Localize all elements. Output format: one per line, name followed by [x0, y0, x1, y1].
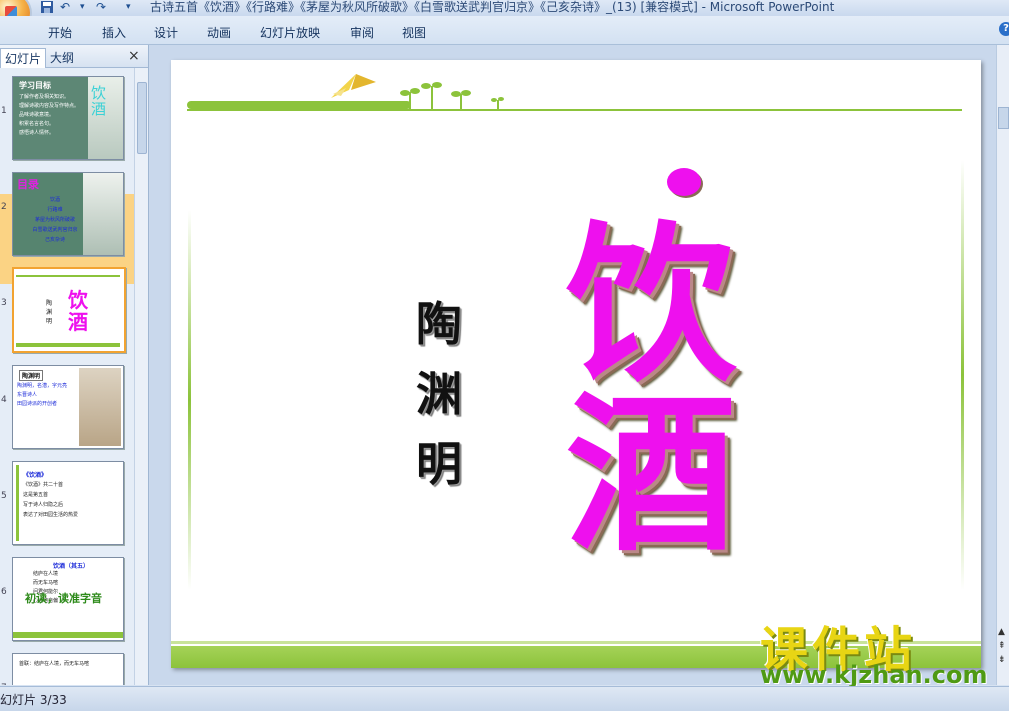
undo-dropdown-icon[interactable]: ▾ [80, 0, 85, 14]
thumb-line: 陶渊明，名潜，字元亮 [17, 383, 68, 389]
tab-view[interactable]: 视图 [402, 24, 426, 41]
slide-thumbnail-7[interactable]: 首联：结庐在人境，而无车马喧 [12, 653, 124, 685]
slide-thumbnail-1[interactable]: 学习目标 饮酒 了解作者及相关知识。 理解诗歌内容及写作特点。 品味诗歌意境。 … [12, 76, 124, 160]
thumb-line: 茅屋为秋风所破歌 [34, 217, 75, 223]
thumb-title: 目录 [17, 178, 39, 191]
thumb-title: 学习目标 [19, 81, 51, 90]
thumb-line: 饮酒 [49, 197, 60, 203]
thumb-title: 饮酒 [68, 288, 88, 334]
slide-scrollbar[interactable]: ▲ ⇞ ⇟ [996, 45, 1009, 685]
slide-counter: 幻灯片 3/33 [0, 693, 67, 707]
title-bar: ↶ ▾ ↷ ▾ 古诗五首《饮酒》《行路难》《茅屋为秋风所破歌》《白雪歌送武判官归… [0, 0, 1009, 32]
save-icon[interactable] [40, 0, 54, 14]
thumb-line: 积累名言名句。 [19, 121, 55, 127]
top-decoration [187, 74, 962, 111]
window-title: 古诗五首《饮酒》《行路难》《茅屋为秋风所破歌》《白雪歌送武判官归京》《己亥杂诗》… [150, 0, 835, 14]
title-dot [667, 168, 701, 196]
thumb-line: 结庐在人境 [33, 571, 59, 577]
author-char-2: 渊 [416, 367, 462, 421]
thumb-title: 《饮酒》 [23, 472, 48, 479]
slide-number: 6 [1, 587, 7, 597]
help-icon[interactable]: ? [999, 22, 1009, 36]
slide-number: 3 [1, 298, 7, 308]
pane-tabs: 幻灯片 大纲 × [0, 45, 148, 68]
slide-canvas[interactable]: 饮 酒 陶 渊 明 [171, 60, 981, 668]
title-char-2: 酒 [566, 375, 737, 575]
thumb-line: 表达了对田园生活的热爱 [23, 512, 79, 518]
thumbnail-list: 1 学习目标 饮酒 了解作者及相关知识。 理解诗歌内容及写作特点。 品味诗歌意境… [0, 68, 134, 685]
slide-number: 4 [1, 395, 7, 405]
tab-insert[interactable]: 插入 [102, 24, 126, 41]
author-char-3: 明 [416, 437, 462, 491]
slide-thumbnail-2[interactable]: 目录 饮酒 行路难 茅屋为秋风所破歌 白雪歌送武判官归京 己亥杂诗 [12, 172, 124, 256]
tab-home[interactable]: 开始 [48, 24, 72, 41]
thumb-line: 首联：结庐在人境，而无车马喧 [19, 661, 90, 667]
thumb-line: 行路难 [47, 207, 63, 213]
slide-thumbnail-3[interactable]: 饮酒 陶渊明 [12, 267, 126, 353]
author-char-1: 陶 [416, 297, 462, 351]
tab-outline[interactable]: 大纲 [46, 48, 78, 67]
thumb-line: 东晋诗人 [17, 392, 38, 398]
slide-thumbnail-5[interactable]: 《饮酒》 《饮酒》共二十首 这是第五首 写于诗人归隐之后 表达了对田园生活的热爱 [12, 461, 124, 545]
thumb-line: 这是第五首 [23, 492, 49, 498]
ribbon-tabs: 开始 插入 设计 动画 幻灯片放映 审阅 视图 ? [0, 16, 1009, 45]
slide-thumbnail-6[interactable]: 饮酒（其五） 结庐在人境 而无车马喧 问君何能尔 心远地自偏 初读，读准字音 [12, 557, 124, 641]
slide-number: 7 [1, 683, 7, 685]
status-bar: 幻灯片 3/33 [0, 686, 1009, 711]
title-char-1: 饮 [566, 205, 737, 405]
thumb-line: 写于诗人归隐之后 [23, 502, 64, 508]
thumb-title: 陶渊明 [19, 370, 44, 381]
close-pane-icon[interactable]: × [128, 48, 140, 64]
slide-number: 2 [1, 202, 7, 212]
thumb-line: 白雪歌送武判官归京 [32, 227, 78, 233]
tab-review[interactable]: 审阅 [350, 24, 374, 41]
thumb-line: 《饮酒》共二十首 [23, 482, 64, 488]
watermark-url: www.kjzhan.com [760, 661, 988, 689]
thumb-overlay: 初读，读准字音 [25, 592, 102, 605]
right-decorative-line [961, 160, 964, 590]
slide-number: 1 [1, 106, 7, 116]
scroll-up-icon[interactable]: ▲ [998, 627, 1005, 637]
tab-slideshow[interactable]: 幻灯片放映 [260, 24, 320, 41]
thumb-side-title: 饮酒 [91, 84, 107, 118]
thumb-author: 陶渊明 [46, 300, 53, 325]
left-decorative-line [188, 210, 191, 590]
thumb-line: 感悟诗人情怀。 [19, 130, 55, 136]
thumb-title: 饮酒（其五） [53, 563, 90, 570]
scroll-thumb[interactable] [998, 107, 1009, 129]
thumb-line: 理解诗歌内容及写作特点。 [19, 103, 80, 109]
slide-number: 5 [1, 491, 7, 501]
next-slide-icon[interactable]: ⇟ [998, 655, 1006, 665]
thumb-line: 己亥杂诗 [44, 237, 65, 243]
slide-thumbnail-4[interactable]: 陶渊明 陶渊明，名潜，字元亮 东晋诗人 田园诗派的开创者 [12, 365, 124, 449]
tab-slides[interactable]: 幻灯片 [0, 48, 47, 68]
thumb-line: 田园诗派的开创者 [17, 401, 58, 407]
previous-slide-icon[interactable]: ⇞ [998, 641, 1006, 651]
thumb-line: 了解作者及相关知识。 [19, 94, 70, 100]
thumb-line: 品味诗歌意境。 [19, 112, 55, 118]
slides-pane: 幻灯片 大纲 × 1 学习目标 饮酒 了解作者及相关知识。 理解诗歌内容及写作特… [0, 45, 149, 685]
thumb-line: 而无车马喧 [33, 580, 59, 586]
tab-animations[interactable]: 动画 [207, 24, 231, 41]
thumbnail-scrollbar[interactable] [134, 68, 148, 685]
undo-icon[interactable]: ↶ [60, 0, 70, 14]
redo-icon[interactable]: ↷ [96, 0, 106, 14]
scroll-thumb[interactable] [137, 82, 147, 154]
tab-design[interactable]: 设计 [154, 24, 178, 41]
customize-qat-icon[interactable]: ▾ [126, 0, 131, 14]
